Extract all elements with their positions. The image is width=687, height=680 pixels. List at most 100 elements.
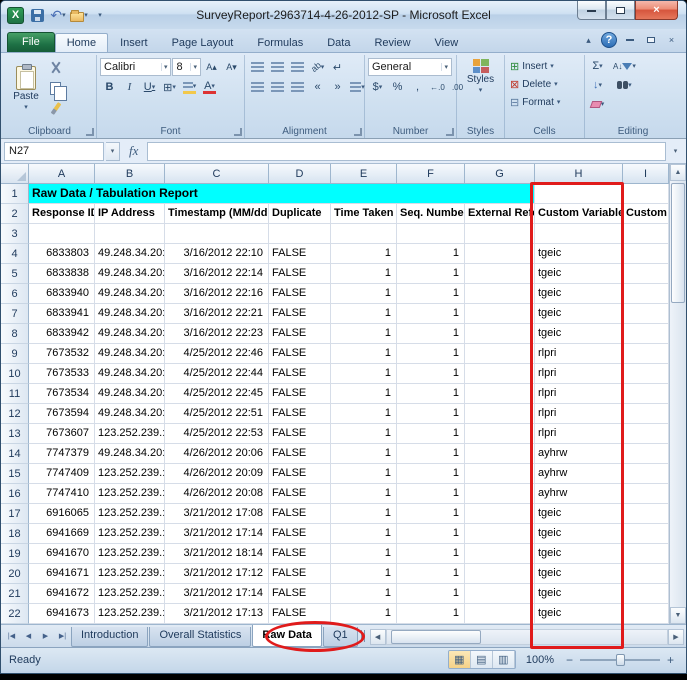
formula-input[interactable]	[147, 142, 666, 161]
column-title-cell[interactable]: Response ID	[29, 204, 95, 224]
cell[interactable]: tgeic	[535, 524, 623, 544]
cell[interactable]	[165, 224, 269, 244]
cell[interactable]: 6941669	[29, 524, 95, 544]
cell[interactable]: 1	[397, 524, 465, 544]
cell[interactable]: FALSE	[269, 364, 331, 384]
cell[interactable]	[623, 264, 669, 284]
cell[interactable]: 1	[397, 584, 465, 604]
zoom-out-button[interactable]: −	[562, 652, 577, 667]
column-header-H[interactable]: H	[535, 164, 623, 184]
cell[interactable]: 49.248.34.20:	[95, 324, 165, 344]
cell[interactable]: 4/25/2012 22:46	[165, 344, 269, 364]
underline-dropdown-icon[interactable]: ▾	[152, 83, 156, 91]
row-header-5[interactable]: 5	[1, 264, 29, 284]
cell[interactable]: 123.252.239.:	[95, 544, 165, 564]
cell[interactable]: FALSE	[269, 524, 331, 544]
cell[interactable]	[465, 404, 535, 424]
previous-sheet-button[interactable]: ◀	[20, 625, 37, 647]
cell[interactable]: FALSE	[269, 484, 331, 504]
scroll-left-button[interactable]: ◀	[370, 629, 386, 645]
row-header-14[interactable]: 14	[1, 444, 29, 464]
cell[interactable]: 1	[331, 524, 397, 544]
cell[interactable]: FALSE	[269, 584, 331, 604]
number-format-combo[interactable]: General▾	[368, 58, 452, 76]
clipboard-dialog-launcher[interactable]	[86, 128, 94, 136]
cell[interactable]: 1	[331, 424, 397, 444]
row-header-6[interactable]: 6	[1, 284, 29, 304]
zoom-slider-thumb[interactable]	[616, 654, 625, 666]
cell[interactable]	[397, 224, 465, 244]
cell[interactable]: FALSE	[269, 244, 331, 264]
cell[interactable]: tgeic	[535, 244, 623, 264]
cell[interactable]: 6833838	[29, 264, 95, 284]
cell[interactable]: 7747409	[29, 464, 95, 484]
cell[interactable]: 6941673	[29, 604, 95, 624]
cell[interactable]	[465, 424, 535, 444]
cell[interactable]: 6941670	[29, 544, 95, 564]
cell[interactable]: 1	[397, 444, 465, 464]
tab-insert[interactable]: Insert	[108, 33, 160, 52]
cell[interactable]: FALSE	[269, 444, 331, 464]
cell[interactable]: rlpri	[535, 404, 623, 424]
minimize-button[interactable]	[577, 1, 606, 20]
styles-dropdown-icon[interactable]: ▾	[479, 86, 483, 94]
cell[interactable]: 3/21/2012 17:08	[165, 504, 269, 524]
delete-cells-button[interactable]: ⊠Delete▾	[508, 75, 581, 93]
row-header-13[interactable]: 13	[1, 424, 29, 444]
borders-dropdown-icon[interactable]: ▾	[172, 83, 176, 91]
tab-data[interactable]: Data	[315, 33, 362, 52]
cell[interactable]: 6941672	[29, 584, 95, 604]
cell[interactable]: 4/25/2012 22:44	[165, 364, 269, 384]
cell[interactable]	[623, 304, 669, 324]
cell[interactable]: 1	[331, 344, 397, 364]
increase-decimal-button[interactable]: ←.0	[428, 78, 447, 96]
cell[interactable]: 3/21/2012 17:14	[165, 524, 269, 544]
column-title-cell[interactable]: Duplicate	[269, 204, 331, 224]
font-color-dropdown-icon[interactable]: ▾	[211, 82, 215, 90]
cell[interactable]: 1	[331, 464, 397, 484]
insert-function-button[interactable]: fx	[122, 143, 145, 159]
excel-app-icon[interactable]: X	[7, 7, 24, 24]
cell[interactable]	[623, 244, 669, 264]
zoom-level[interactable]: 100%	[526, 654, 554, 666]
column-header-D[interactable]: D	[269, 164, 331, 184]
cell[interactable]	[623, 464, 669, 484]
align-center-button[interactable]	[268, 78, 287, 96]
cell[interactable]: FALSE	[269, 304, 331, 324]
normal-view-button[interactable]: ▦	[449, 651, 471, 668]
orientation-button[interactable]: ab▾	[308, 58, 327, 76]
cell[interactable]	[465, 464, 535, 484]
cell[interactable]: tgeic	[535, 284, 623, 304]
cell[interactable]: 49.248.34.20:	[95, 264, 165, 284]
cell[interactable]: 49.248.34.20:	[95, 364, 165, 384]
paste-button[interactable]: Paste ▾	[6, 57, 46, 119]
cell[interactable]	[269, 224, 331, 244]
autosum-dropdown-icon[interactable]: ▾	[599, 62, 603, 70]
cell[interactable]: 123.252.239.:	[95, 524, 165, 544]
column-title-cell[interactable]: Custom V	[623, 204, 669, 224]
cell[interactable]	[623, 324, 669, 344]
cell[interactable]: 1	[331, 564, 397, 584]
row-header-11[interactable]: 11	[1, 384, 29, 404]
cell[interactable]	[95, 224, 165, 244]
row-header-16[interactable]: 16	[1, 484, 29, 504]
cell[interactable]: 4/25/2012 22:45	[165, 384, 269, 404]
column-title-cell[interactable]: IP Address	[95, 204, 165, 224]
cell[interactable]: tgeic	[535, 584, 623, 604]
cell[interactable]	[623, 484, 669, 504]
cell[interactable]: 3/16/2012 22:10	[165, 244, 269, 264]
formula-bar-expand-button[interactable]: ▾	[668, 147, 683, 155]
open-dropdown-icon[interactable]: ▾	[84, 11, 88, 19]
row-header-3[interactable]: 3	[1, 224, 29, 244]
sort-filter-button[interactable]: A↓▾	[611, 57, 638, 75]
fill-color-button[interactable]: ▾	[180, 78, 199, 96]
cell[interactable]: 1	[397, 404, 465, 424]
column-title-cell[interactable]: External Refer	[465, 204, 535, 224]
wrap-text-button[interactable]: ↵	[328, 58, 347, 76]
cell[interactable]: 1	[397, 244, 465, 264]
format-cells-button[interactable]: ⊟Format▾	[508, 93, 581, 111]
cell[interactable]: 4/25/2012 22:53	[165, 424, 269, 444]
cell[interactable]: 3/16/2012 22:21	[165, 304, 269, 324]
cell[interactable]: ayhrw	[535, 464, 623, 484]
cell[interactable]: 1	[331, 284, 397, 304]
